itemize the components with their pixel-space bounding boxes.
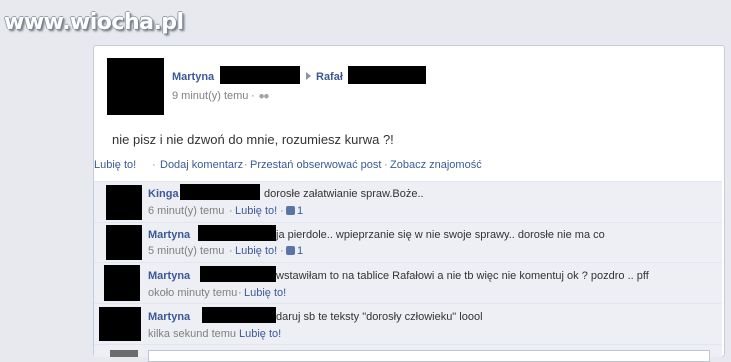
comment-time[interactable]: około minuty temu: [148, 287, 237, 299]
comment-author[interactable]: Martyna: [148, 270, 190, 282]
post-actions: Lubię to! · Dodaj komentarz · Przestań o…: [94, 154, 722, 176]
comment-author[interactable]: Martyna: [148, 229, 190, 241]
people-icon: [258, 93, 270, 101]
redacted-surname: [348, 66, 426, 84]
redacted-surname: [220, 66, 300, 84]
unfollow-link[interactable]: Przestań obserwować post: [250, 159, 381, 171]
comment-avatar[interactable]: [106, 185, 142, 220]
redacted-surname: [198, 225, 276, 241]
dot-separator: ·: [251, 90, 255, 102]
thumbs-up-icon: [286, 246, 295, 255]
like-count[interactable]: 1: [286, 205, 303, 217]
redacted-surname: [180, 184, 260, 200]
redacted-surname: [202, 307, 276, 323]
comment-like-link[interactable]: Lubię to!: [239, 328, 281, 340]
post-author[interactable]: Martyna: [172, 71, 214, 83]
action-separator: ·: [152, 159, 156, 171]
post-time[interactable]: 9 minut(y) temu: [172, 90, 248, 102]
comment-time[interactable]: kilka sekund temu: [148, 328, 236, 340]
comment-time[interactable]: 6 minut(y) temu: [148, 205, 224, 217]
dot-separator: ·: [229, 205, 233, 217]
comment-text: ja pierdole.. wpieprzanie się w nie swoj…: [276, 229, 605, 241]
thumbs-up-icon: [286, 206, 295, 215]
comment-like-link[interactable]: Lubię to!: [244, 287, 286, 299]
watermark-logo: www.wiocha.pl: [4, 10, 184, 35]
reply-row: [94, 344, 722, 362]
see-friendship-link[interactable]: Zobacz znajomość: [390, 159, 482, 171]
like-count-value: 1: [297, 205, 304, 217]
comment-like-link[interactable]: Lubię to!: [235, 245, 277, 257]
comment-text: dorosłe załatwianie spraw.Boże..: [264, 188, 424, 200]
comment-text: wstawiłam to na tablice Rafałowi a nie t…: [276, 270, 649, 282]
comment-author[interactable]: Martyna: [148, 311, 190, 323]
action-separator: ·: [244, 159, 248, 171]
redacted-surname: [200, 266, 276, 282]
comment-avatar[interactable]: [99, 307, 141, 341]
post-message: nie pisz i nie dzwoń do mnie, rozumiesz …: [112, 132, 394, 147]
author-avatar[interactable]: [107, 58, 164, 115]
dot-separator: ·: [238, 287, 242, 299]
comment-avatar[interactable]: [104, 265, 140, 301]
dot-separator: ·: [280, 245, 284, 257]
play-icon: [306, 72, 311, 80]
like-link[interactable]: Lubię to!: [94, 159, 136, 171]
comment-like-link[interactable]: Lubię to!: [235, 205, 277, 217]
comment-item: Martyna daruj sb te teksty "dorosły czło…: [94, 303, 722, 344]
action-separator: ·: [384, 159, 388, 171]
comment-item: Martyna wstawiłam to na tablice Rafałowi…: [94, 262, 722, 303]
dot-separator: ·: [229, 245, 233, 257]
dot-separator: ·: [233, 328, 237, 340]
post-card: Martyna Rafał 9 minut(y) temu · nie pisz…: [93, 45, 725, 362]
comment-author[interactable]: Kinga: [148, 188, 179, 200]
comment-avatar[interactable]: [106, 225, 142, 260]
dot-separator: ·: [280, 205, 284, 217]
add-comment-link[interactable]: Dodaj komentarz: [160, 159, 243, 171]
post-recipient[interactable]: Rafał: [316, 71, 343, 83]
comment-time[interactable]: 5 minut(y) temu: [148, 245, 224, 257]
like-count[interactable]: 1: [286, 245, 303, 257]
comment-item: Martyna ja pierdole.. wpieprzanie się w …: [94, 222, 722, 262]
comment-item: Kinga dorosłe załatwianie spraw.Boże.. 6…: [94, 181, 722, 222]
comment-text: daruj sb te teksty "dorosły człowieku" l…: [276, 311, 483, 323]
like-count-value: 1: [297, 245, 304, 257]
viewer-avatar: [110, 350, 138, 357]
